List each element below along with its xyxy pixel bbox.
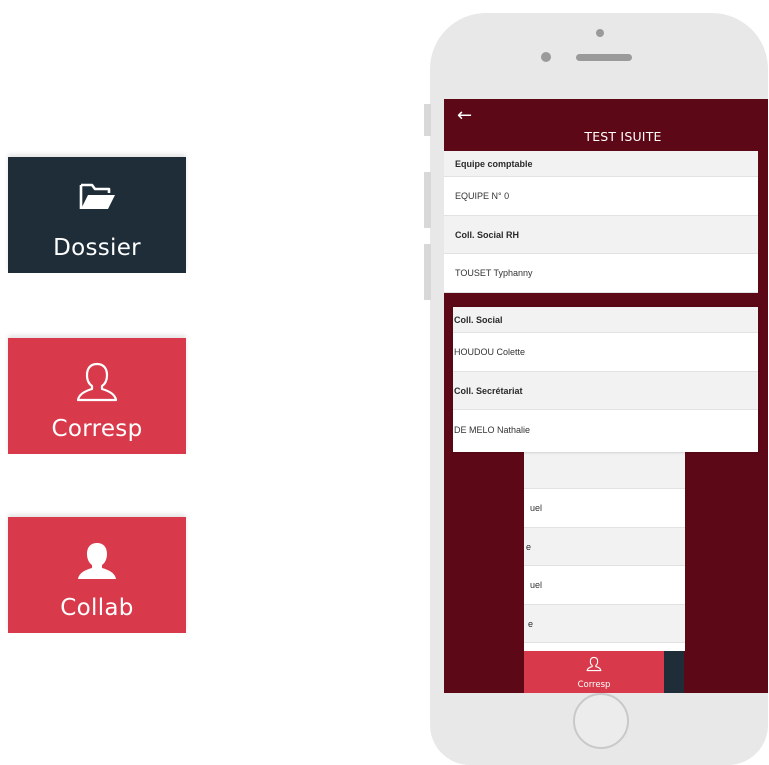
user-outline-icon (8, 360, 186, 404)
popup-item[interactable]: HOUDOU Colette (453, 333, 758, 372)
popup-header: Coll. Secrétariat (453, 372, 758, 410)
list-header-label: e (526, 541, 532, 552)
contact-popup: Coll. Social HOUDOU Colette Coll. Secrét… (453, 307, 758, 452)
list-header (524, 451, 685, 489)
popup-header-label: Coll. Social (454, 314, 503, 325)
back-arrow-icon[interactable]: ← (457, 105, 472, 126)
dossier-tile[interactable]: Dossier (8, 157, 186, 273)
list-header: e (524, 605, 685, 643)
collab-label: Collab (60, 595, 134, 621)
folder-open-icon (8, 179, 186, 223)
corresp-label: Corresp (51, 416, 143, 442)
list-item-label: EQUIPE N° 0 (455, 191, 510, 201)
popup-item-label: DE MELO Nathalie (454, 424, 531, 435)
list-item-label: TOUSET Typhanny (455, 268, 533, 278)
list-header: e (524, 528, 685, 566)
phone-sensor (541, 52, 551, 62)
dossier-label: Dossier (53, 235, 141, 261)
list-item[interactable]: EQUIPE N° 0 (444, 177, 758, 216)
user-outline-icon (586, 656, 602, 672)
corresp-tile[interactable]: Corresp (8, 338, 186, 454)
phone-speaker (576, 54, 632, 61)
list-item-label: uel (530, 503, 543, 513)
list-header-label: e (528, 618, 534, 629)
phone-camera (596, 29, 604, 37)
background-list: uel e uel e (524, 451, 685, 651)
list-item[interactable]: uel (524, 566, 685, 605)
list-item[interactable]: TOUSET Typhanny (444, 254, 758, 293)
phone-volume-up (424, 172, 431, 228)
phone-home-button[interactable] (573, 693, 629, 749)
popup-item[interactable]: DE MELO Nathalie (453, 410, 758, 449)
phone-volume-down (424, 244, 431, 300)
popup-item-label: HOUDOU Colette (454, 347, 526, 357)
bottom-nav-corresp[interactable]: Corresp (524, 651, 664, 693)
list-item-label: uel (530, 580, 543, 590)
list-header: Coll. Social RH (444, 216, 758, 254)
list-header: Equipe comptable (444, 151, 758, 177)
bottom-nav-dossier[interactable] (664, 651, 684, 693)
contact-list: Equipe comptable EQUIPE N° 0 Coll. Socia… (444, 151, 758, 293)
list-header-label: Coll. Social RH (455, 229, 520, 240)
popup-header: Coll. Social (453, 307, 758, 333)
list-header-label: Equipe comptable (455, 158, 533, 169)
list-item[interactable]: uel (524, 489, 685, 528)
user-filled-icon (8, 539, 186, 583)
popup-header-label: Coll. Secrétariat (454, 385, 523, 396)
page-title: TEST ISUITE (584, 129, 662, 144)
bottom-nav-label: Corresp (577, 680, 611, 690)
collab-tile[interactable]: Collab (8, 517, 186, 633)
phone-side-button (424, 104, 431, 136)
